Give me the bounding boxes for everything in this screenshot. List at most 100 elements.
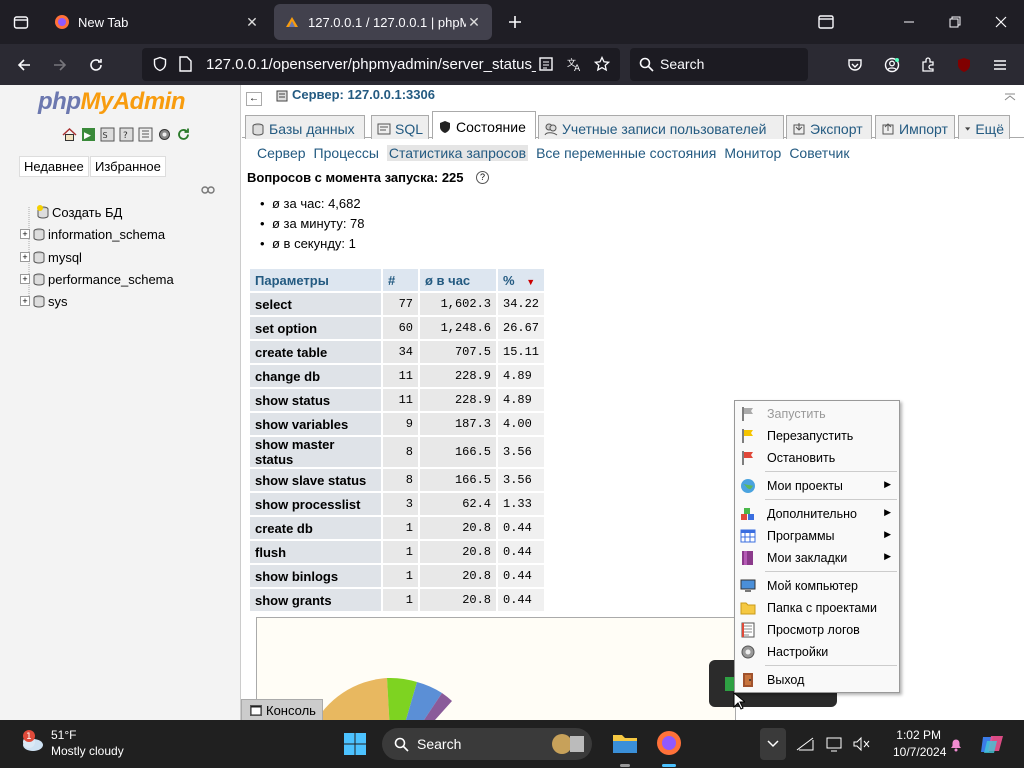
scroll-top-icon[interactable] [1004,91,1016,101]
submenu-advisor[interactable]: Советчик [789,145,849,161]
home-icon[interactable] [62,127,77,142]
tree-item-mysql[interactable]: + mysql [20,247,82,267]
folder-icon [740,602,756,615]
submenu-server[interactable]: Сервер [257,145,306,161]
logo-myadmin-text: MyAdmin [80,88,185,115]
docs-book-icon[interactable] [138,127,153,142]
col-header-per-hour[interactable]: ø в час [420,269,496,291]
collapse-navigation-icon[interactable]: ← [246,92,262,106]
pocket-icon[interactable] [840,50,870,80]
tree-item-sys[interactable]: + sys [20,291,68,311]
back-button[interactable] [9,50,39,80]
menu-item-exit[interactable]: Выход [735,669,899,691]
menu-item-additional[interactable]: Дополнительно ▶ [735,503,899,525]
search-bar[interactable]: Search [630,48,808,81]
pma-navigation-panel: phpMyAdmin ▶ S ? Недавнее Избранное Созд… [0,85,241,720]
menu-item-stop[interactable]: Остановить [735,447,899,469]
settings-gear-icon[interactable] [157,127,172,142]
sql-query-window-icon[interactable]: S [100,127,115,142]
computer-icon [740,579,756,592]
taskbar-file-explorer[interactable] [612,730,638,756]
tree-item-information-schema[interactable]: + information_schema [20,224,165,244]
help-icon[interactable]: ? [476,171,489,184]
tab-new-tab[interactable]: New Tab ✕ [44,4,270,40]
tab-recent[interactable]: Недавнее [19,156,89,177]
reload-navigation-icon[interactable] [176,127,191,142]
close-window-button[interactable] [978,0,1024,44]
tab-import[interactable]: Импорт [875,115,955,139]
menu-item-programs[interactable]: Программы ▶ [735,525,899,547]
tab-phpmyadmin[interactable]: 127.0.0.1 / 127.0.0.1 | phpMyAdmin ✕ [274,4,492,40]
col-header-parameter[interactable]: Параметры [250,269,381,291]
address-bar[interactable]: 127.0.0.1/openserver/phpmyadmin/server_s… [142,48,620,81]
taskbar-search[interactable]: Search [382,728,592,760]
new-tab-button[interactable] [500,7,530,37]
expand-icon[interactable]: + [20,296,30,306]
server-link[interactable]: Сервер: 127.0.0.1:3306 [292,87,435,102]
bookmark-star-icon[interactable] [594,56,610,72]
notification-bell-icon[interactable] [948,736,964,752]
col-header-percent[interactable]: % ▼ [498,269,545,291]
tab-more[interactable]: Ещё [958,115,1010,139]
table-row: show processlist 3 62.4 1.33 [250,493,545,515]
display-icon[interactable] [826,736,844,752]
col-header-count[interactable]: # [383,269,418,291]
tree-item-create-db[interactable]: Создать БД [36,202,122,222]
expand-icon[interactable]: + [20,252,30,262]
menu-item-view-logs[interactable]: Просмотр логов [735,619,899,641]
tab-databases[interactable]: Базы данных [245,115,365,139]
forward-button[interactable] [45,50,75,80]
system-clock[interactable]: 1:02 PM 10/7/2024 [893,727,946,761]
console-toggle[interactable]: Консоль [241,699,323,720]
extensions-icon[interactable] [913,50,943,80]
copilot-icon[interactable] [980,732,1004,756]
close-tab-icon[interactable]: ✕ [466,14,482,31]
start-button[interactable] [343,732,367,756]
tab-label: Базы данных [269,121,355,137]
reader-view-icon[interactable] [538,56,554,72]
volume-muted-icon[interactable] [852,736,870,752]
submenu-query-statistics[interactable]: Статистика запросов [386,145,529,161]
menu-item-my-projects[interactable]: Мои проекты ▶ [735,475,899,497]
expand-icon[interactable]: + [20,274,30,284]
tree-item-performance-schema[interactable]: + performance_schema [20,269,174,289]
logout-icon[interactable]: ▶ [81,127,96,142]
link-with-main-panel-icon[interactable] [201,185,215,195]
menu-item-restart[interactable]: Перезапустить [735,425,899,447]
tab-favorites[interactable]: Избранное [90,156,166,177]
weather-widget[interactable]: 1 51°F Mostly cloudy [18,728,124,758]
phpmyadmin-logo[interactable]: phpMyAdmin [38,88,185,116]
menu-item-projects-folder[interactable]: Папка с проектами [735,597,899,619]
cell-percent: 0.44 [498,589,545,611]
ublock-icon[interactable] [949,50,979,80]
tab-export[interactable]: Экспорт [786,115,872,139]
menu-item-my-bookmarks[interactable]: Мои закладки ▶ [735,547,899,569]
cell-parameter: show slave status [250,469,381,491]
submenu-all-status-variables[interactable]: Все переменные состояния [536,145,716,161]
tab-title: 127.0.0.1 / 127.0.0.1 | phpMyAdmin [308,14,466,30]
translate-icon[interactable]: 文A [566,56,582,72]
expand-icon[interactable]: + [20,229,30,239]
close-tab-icon[interactable]: ✕ [244,14,260,31]
hamburger-menu-icon[interactable] [985,50,1015,80]
menu-item-my-computer[interactable]: Мой компьютер [735,575,899,597]
show-hidden-icons-button[interactable] [760,728,786,760]
tab-overview-icon[interactable] [6,7,36,37]
network-disconnected-icon[interactable] [796,736,814,752]
submenu-monitor[interactable]: Монитор [724,145,781,161]
tab-sql[interactable]: SQL [371,115,429,139]
shield-icon[interactable] [152,56,168,72]
account-icon[interactable] [877,50,907,80]
tab-status[interactable]: Состояние [432,111,536,139]
reload-button[interactable] [81,50,111,80]
page-info-icon[interactable] [178,56,192,72]
taskbar-firefox[interactable] [656,730,682,756]
tab-user-accounts[interactable]: Учетные записи пользователей [538,115,784,139]
menu-item-settings[interactable]: Настройки [735,641,899,663]
list-all-tabs-icon[interactable] [803,0,849,44]
submenu-processes[interactable]: Процессы [314,145,379,161]
table-header-row: Параметры # ø в час % ▼ [250,269,545,291]
documentation-icon[interactable]: ? [119,127,134,142]
restore-window-button[interactable] [932,0,978,44]
minimize-window-button[interactable] [886,0,932,44]
